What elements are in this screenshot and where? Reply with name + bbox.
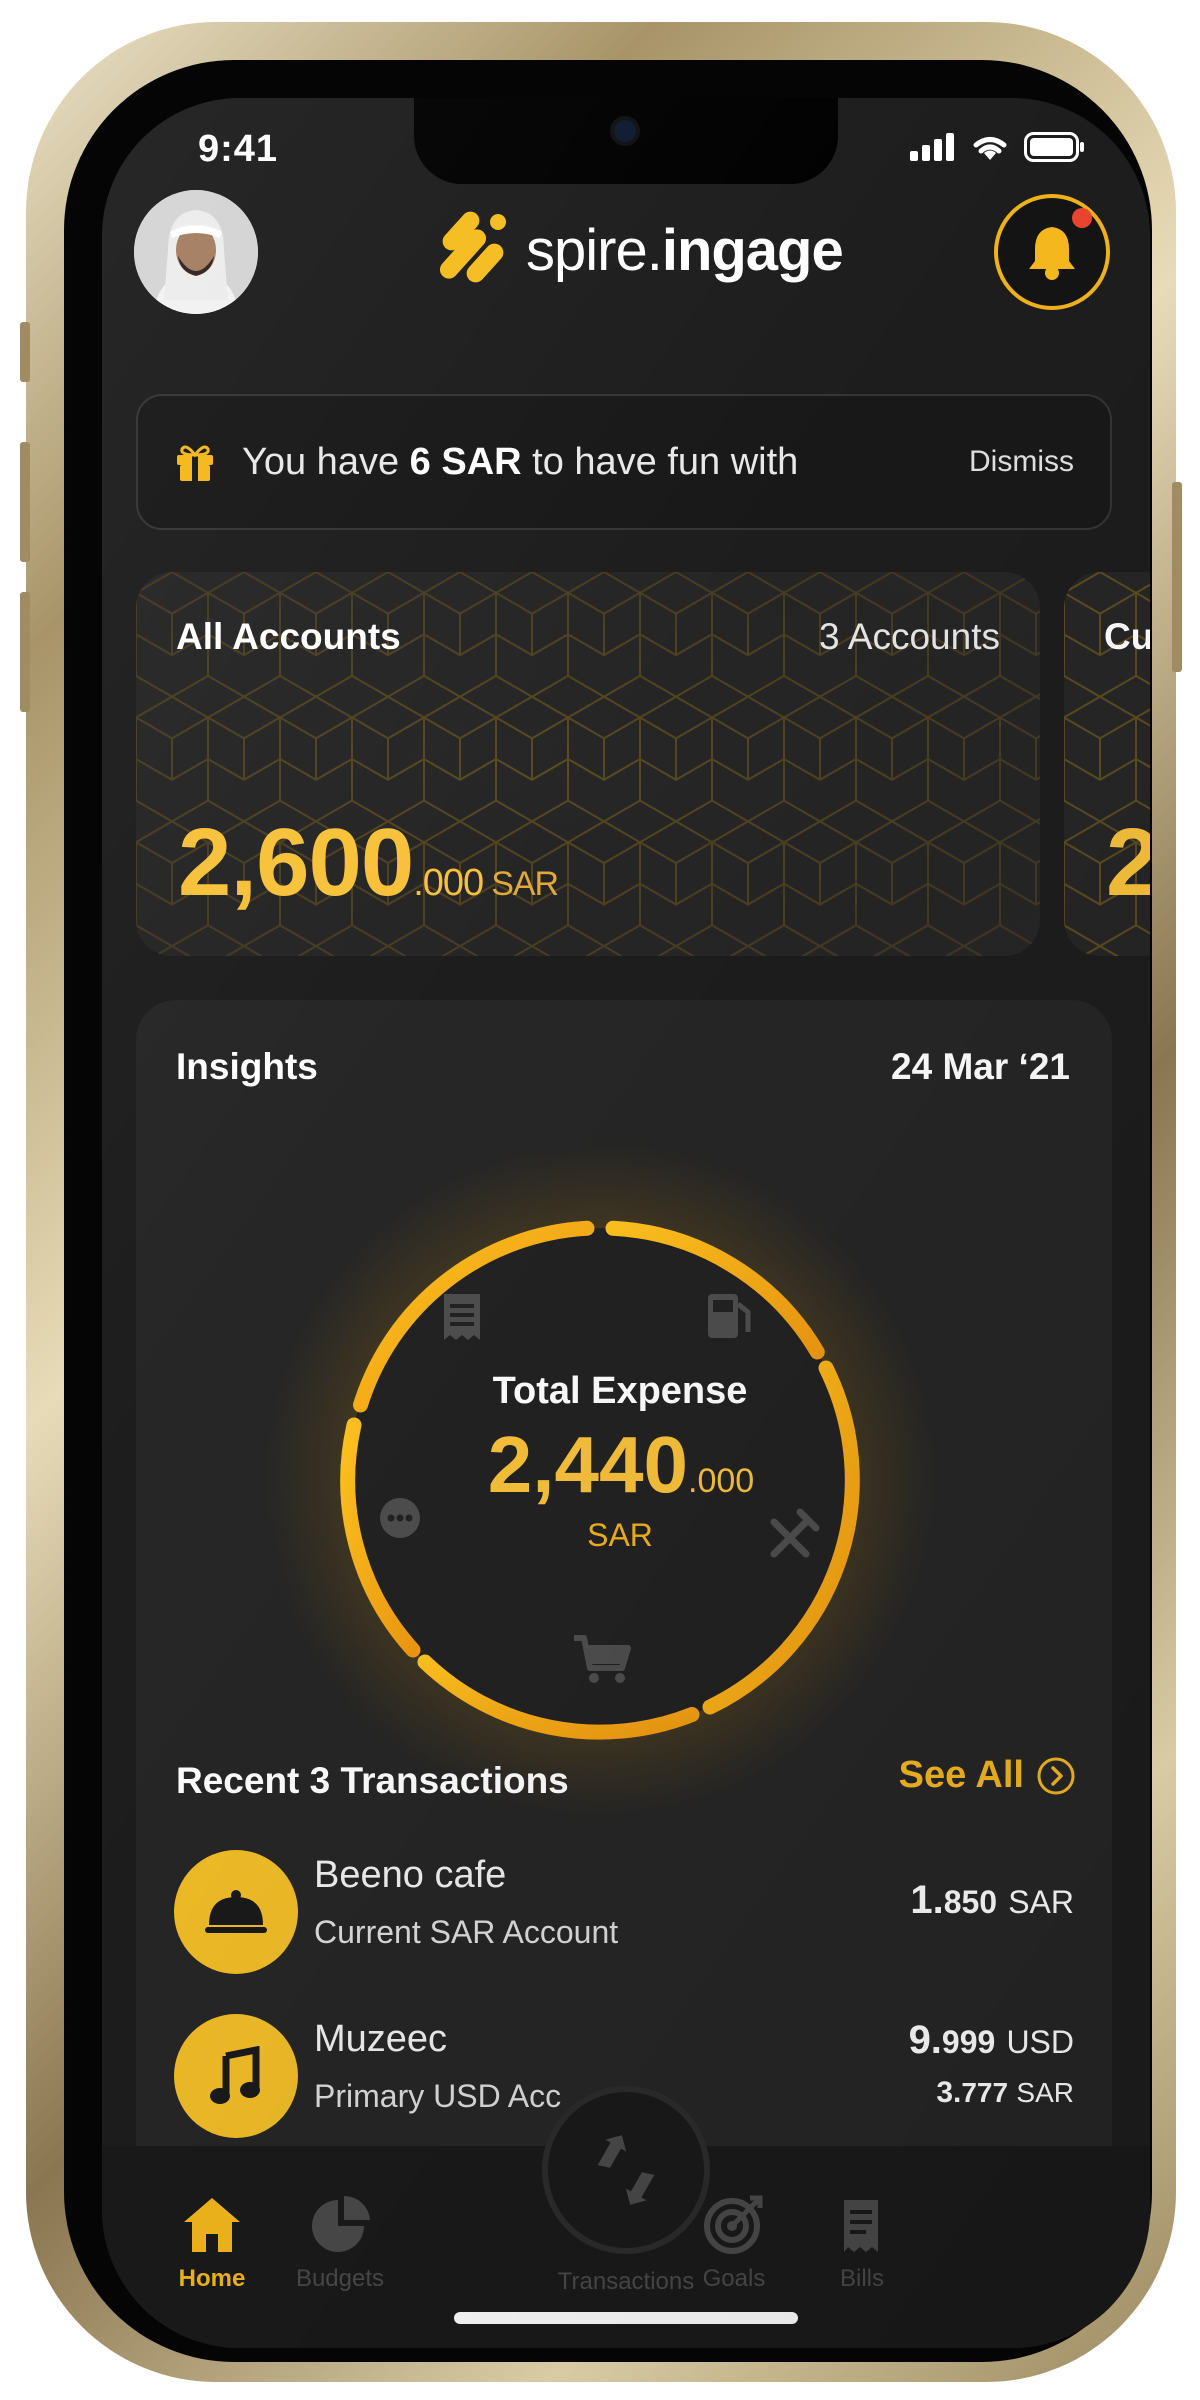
transaction-alt-currency: SAR <box>1016 2077 1074 2108</box>
transaction-account: Primary USD Acc <box>314 2078 562 2114</box>
front-camera <box>614 120 636 142</box>
total-expense-dec: .000 <box>688 1462 755 1500</box>
transaction-row[interactable]: Beeno cafe Current SAR Account 1.850 SAR <box>174 1850 1074 1974</box>
transaction-currency: USD <box>1006 2024 1074 2060</box>
insights-date[interactable]: 24 Mar ‘21 <box>891 1046 1070 1088</box>
battery-icon <box>1024 132 1084 162</box>
transactions-fab[interactable] <box>542 2086 710 2254</box>
bell-icon <box>1029 227 1075 280</box>
transaction-alt-int: 3. <box>936 2076 962 2109</box>
tab-label-home: Home <box>178 2265 246 2292</box>
recent-transactions-title: Recent 3 Transactions <box>176 1760 569 1801</box>
gift-icon <box>177 445 213 481</box>
status-time: 9:41 <box>198 128 279 170</box>
app-logo: spire.ingage <box>424 210 844 290</box>
account-balance-int: 2,600 <box>178 809 414 916</box>
transaction-alt-dec: 777 <box>961 2077 1009 2108</box>
bills-icon <box>844 2200 878 2252</box>
signal-icon <box>910 133 954 161</box>
home-icon <box>184 2198 240 2252</box>
promo-suffix: to have fun with <box>521 440 799 483</box>
notch <box>414 98 838 184</box>
logo-text-light: spire. <box>526 217 663 283</box>
transaction-amount: 1.850 SAR <box>910 1878 1074 1923</box>
target-icon <box>704 2195 763 2254</box>
tab-label-bills: Bills <box>839 2265 884 2292</box>
transaction-alt-amount: 3.777 SAR <box>936 2076 1074 2110</box>
transaction-amount-int: 1. <box>910 1878 944 1922</box>
cloche-icon <box>174 1850 298 1974</box>
total-expense-currency: SAR <box>587 1517 653 1553</box>
transaction-account: Current SAR Account <box>314 1914 619 1950</box>
promo-prefix: You have <box>242 440 410 483</box>
chevron-right-circle-icon <box>1037 1757 1075 1794</box>
logo-text-bold: ingage <box>661 217 844 283</box>
account-balance: 2,600.000 SAR <box>178 808 559 918</box>
receipt-icon <box>444 1294 480 1340</box>
donut-center: Total Expense 2,440.000 SAR <box>136 1370 1112 1554</box>
account-balance-dec: .000 <box>413 862 484 904</box>
status-icons <box>910 132 1086 162</box>
total-expense-label: Total Expense <box>492 1370 748 1412</box>
insights-title: Insights <box>176 1046 318 1087</box>
see-all-label: See All <box>898 1754 1024 1796</box>
transaction-amount-dec: 999 <box>941 2024 996 2060</box>
see-all-link[interactable]: See All <box>899 1754 1076 1797</box>
pie-chart-icon <box>312 2196 370 2252</box>
promo-banner: You have 6 SAR to have fun with Dismiss <box>136 394 1112 530</box>
tab-label-budgets: Budgets <box>295 2265 385 2292</box>
account-card-all[interactable]: All Accounts 3 Accounts 2,600.000 SAR <box>136 572 1040 956</box>
account-balance-2: 2 <box>1106 809 1150 916</box>
notifications-button[interactable] <box>994 194 1110 310</box>
total-expense-amount: 2,440.000 <box>136 1419 1112 1511</box>
transaction-amount-int: 9. <box>908 2018 942 2062</box>
wifi-icon <box>973 137 1007 160</box>
account-currency: SAR <box>491 865 559 903</box>
avatar-portrait <box>134 190 258 314</box>
home-indicator[interactable] <box>454 2312 798 2324</box>
notification-badge <box>1072 208 1092 228</box>
user-avatar[interactable] <box>134 190 258 314</box>
spire-logo-icon <box>439 211 506 283</box>
account-title-2: Cu <box>1104 616 1150 657</box>
transaction-amount: 9.999 USD <box>909 2018 1074 2063</box>
promo-amount: 6 SAR <box>409 440 522 483</box>
transfer-arrows-icon <box>597 2135 655 2205</box>
transaction-merchant: Muzeec <box>314 2018 448 2060</box>
total-expense-int: 2,440 <box>487 1420 688 1509</box>
tab-home[interactable]: Home <box>142 2194 282 2293</box>
app-screen: 9:41 spire.ingage You have 6 SAR to have… <box>102 98 1150 2348</box>
tab-budgets[interactable]: Budgets <box>270 2194 410 2293</box>
logo-wordmark: spire.ingage <box>526 217 844 284</box>
transaction-merchant: Beeno cafe <box>314 1854 507 1896</box>
account-count: 3 Accounts <box>818 616 1000 657</box>
music-note-icon <box>174 2014 298 2138</box>
tab-bills[interactable]: Bills <box>792 2194 932 2293</box>
dismiss-button[interactable]: Dismiss <box>969 445 1074 479</box>
promo-message: You have 6 SAR to have fun with <box>242 441 969 484</box>
phone-frame: 9:41 spire.ingage You have 6 SAR to have… <box>20 22 1182 2382</box>
transaction-amount-dec: 850 <box>943 1884 998 1920</box>
account-title: All Accounts <box>176 616 401 657</box>
transaction-currency: SAR <box>1008 1884 1074 1920</box>
account-card-current[interactable]: Cu 2 <box>1064 572 1150 956</box>
tab-label-transactions: Transactions <box>557 2268 695 2295</box>
